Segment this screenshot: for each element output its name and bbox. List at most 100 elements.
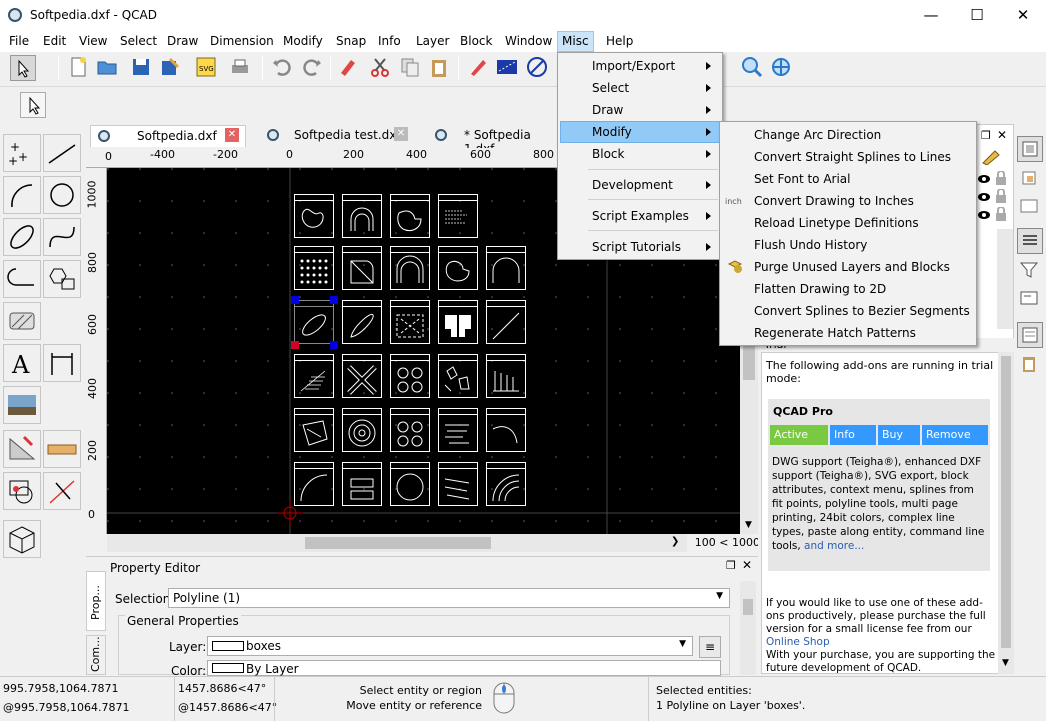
visibility-eye-icon[interactable] xyxy=(977,191,991,205)
select-mode-button[interactable] xyxy=(20,92,46,118)
new-file-button[interactable] xyxy=(66,55,92,81)
close-panel-icon[interactable]: ✕ xyxy=(742,558,752,572)
drawing-box[interactable] xyxy=(294,246,334,290)
menu-help[interactable]: Help xyxy=(606,34,633,48)
menu-item-development[interactable]: Development xyxy=(592,178,673,192)
layer-list-button[interactable]: ≡ xyxy=(699,636,721,658)
redo-button[interactable] xyxy=(300,55,326,81)
measure-tool[interactable] xyxy=(43,430,81,468)
menu-item-set-font-arial[interactable]: Set Font to Arial xyxy=(754,172,851,186)
pointer-tool-button[interactable] xyxy=(10,55,36,81)
color-dropdown[interactable]: By Layer xyxy=(207,660,721,676)
history-dock-button[interactable] xyxy=(1017,322,1043,348)
svg-export-button[interactable]: SVG xyxy=(194,55,220,81)
line-tool[interactable] xyxy=(43,134,81,172)
menu-file[interactable]: File xyxy=(9,34,29,48)
menu-item-block[interactable]: Block xyxy=(592,147,624,161)
menu-item-script-examples[interactable]: Script Examples xyxy=(592,209,689,223)
drawing-box[interactable] xyxy=(390,194,430,238)
drawing-box[interactable] xyxy=(438,194,478,238)
3d-tool[interactable] xyxy=(3,520,41,558)
drawing-box[interactable] xyxy=(486,408,526,452)
menu-info[interactable]: Info xyxy=(378,34,401,48)
text-tool[interactable]: A xyxy=(3,344,41,382)
active-button[interactable]: Active xyxy=(770,425,828,445)
scroll-down-icon[interactable]: ▼ xyxy=(1002,658,1009,668)
drawing-box[interactable] xyxy=(390,462,430,506)
cut-button[interactable] xyxy=(368,55,394,81)
tab-softpedia-test[interactable]: Softpedia test.dxf ✕ xyxy=(258,125,416,147)
menu-edit[interactable]: Edit xyxy=(43,34,66,48)
save-button[interactable] xyxy=(129,55,155,81)
command-dock-button[interactable] xyxy=(1017,286,1043,312)
menu-item-flush-undo-history[interactable]: Flush Undo History xyxy=(754,238,867,252)
hatch-tool[interactable] xyxy=(3,302,41,340)
tab-properties[interactable]: Prop... xyxy=(86,571,106,631)
spline-tool[interactable] xyxy=(43,218,81,256)
tab-close-icon[interactable]: ✕ xyxy=(394,127,408,141)
drawing-box[interactable] xyxy=(342,300,382,344)
online-shop-link[interactable]: Online Shop xyxy=(766,636,830,648)
menu-item-script-tutorials[interactable]: Script Tutorials xyxy=(592,240,681,254)
drawing-box[interactable] xyxy=(390,300,430,344)
menu-view[interactable]: View xyxy=(79,34,107,48)
tab-softpedia-1[interactable]: * Softpedia 1.dxf xyxy=(426,125,558,156)
float-icon[interactable]: ❐ xyxy=(726,559,736,572)
print-button[interactable] xyxy=(228,55,254,81)
info-button[interactable]: Info xyxy=(830,425,876,445)
tab-close-icon[interactable]: ✕ xyxy=(225,128,239,142)
menu-layer[interactable]: Layer xyxy=(416,34,449,48)
undo-button[interactable] xyxy=(270,55,296,81)
drawing-box[interactable] xyxy=(438,462,478,506)
ellipse-tool[interactable] xyxy=(3,218,41,256)
lock-icon[interactable] xyxy=(995,188,1007,206)
drawing-box[interactable] xyxy=(438,300,478,344)
scroll-down-icon[interactable]: ▼ xyxy=(745,520,752,530)
trial-scrollbar[interactable]: ▼ xyxy=(998,352,1014,674)
menu-modify[interactable]: Modify xyxy=(283,34,323,48)
visibility-eye-icon[interactable] xyxy=(977,209,991,223)
remove-button[interactable]: Remove xyxy=(922,425,988,445)
open-file-button[interactable] xyxy=(95,55,121,81)
drawing-box[interactable] xyxy=(438,408,478,452)
maximize-button[interactable]: ☐ xyxy=(954,0,1000,31)
drawing-box[interactable] xyxy=(342,462,382,506)
grip-handle[interactable] xyxy=(330,296,338,304)
drawing-box[interactable] xyxy=(294,194,334,238)
drawing-box[interactable] xyxy=(438,354,478,398)
drawing-box[interactable] xyxy=(342,246,382,290)
blocks-dock-button[interactable] xyxy=(1017,166,1043,192)
trim-tool[interactable] xyxy=(43,472,81,510)
buy-button[interactable]: Buy xyxy=(878,425,920,445)
zoom-pan-button[interactable] xyxy=(769,55,795,81)
menu-draw[interactable]: Draw xyxy=(167,34,198,48)
scroll-right-icon[interactable]: ❯ xyxy=(671,536,679,547)
drawing-box[interactable] xyxy=(294,408,334,452)
image-tool[interactable] xyxy=(3,386,41,424)
menu-item-draw[interactable]: Draw xyxy=(592,103,623,117)
grip-handle[interactable] xyxy=(330,341,338,349)
drawing-box[interactable] xyxy=(342,354,382,398)
circle-tool[interactable] xyxy=(43,176,81,214)
selection-dropdown[interactable]: Polyline (1) ▼ xyxy=(168,588,730,608)
tab-softpedia[interactable]: Softpedia.dxf ✕ xyxy=(90,125,246,147)
lock-icon[interactable] xyxy=(995,170,1007,188)
library-dock-button[interactable] xyxy=(1017,194,1043,220)
menu-item-convert-to-inches[interactable]: Convert Drawing to Inches xyxy=(754,194,914,208)
tab-command[interactable]: Com... xyxy=(86,635,106,675)
menu-item-flatten-2d[interactable]: Flatten Drawing to 2D xyxy=(754,282,886,296)
menu-item-splines-to-bezier[interactable]: Convert Splines to Bezier Segments xyxy=(754,304,970,318)
shape-tool[interactable] xyxy=(43,260,81,298)
menu-item-modify[interactable] xyxy=(560,121,720,143)
erase-button[interactable] xyxy=(335,55,361,81)
menu-item-change-arc-direction[interactable]: Change Arc Direction xyxy=(754,128,881,142)
paste-button[interactable] xyxy=(427,55,453,81)
drawing-box[interactable] xyxy=(486,354,526,398)
copy-button[interactable] xyxy=(398,55,424,81)
snap-tool[interactable] xyxy=(3,472,41,510)
clipboard-dock-button[interactable] xyxy=(1017,352,1043,378)
menu-item-reload-linetypes[interactable]: Reload Linetype Definitions xyxy=(754,216,919,230)
close-panel-icon[interactable]: ✕ xyxy=(997,128,1007,142)
polyline-tool[interactable] xyxy=(3,260,41,298)
menu-item-purge-unused[interactable]: Purge Unused Layers and Blocks xyxy=(754,260,950,274)
